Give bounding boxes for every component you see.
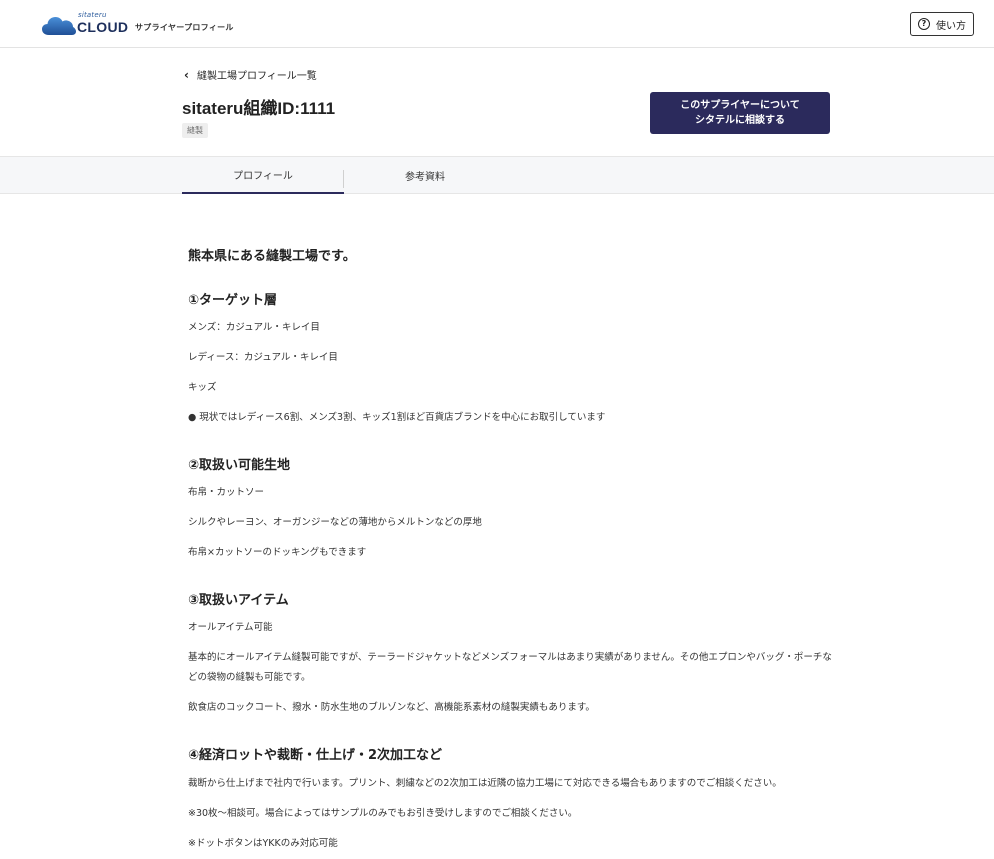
section-paragraph: ● 現状ではレディース6割、メンズ3割、キッズ1割ほど百貨店ブランドを中心にお取… bbox=[188, 412, 606, 423]
section-paragraph: シルクやレーヨン、オーガンジーなどの薄地からメルトンなどの厚地 bbox=[188, 517, 482, 528]
section-paragraph: メンズ：カジュアル・キレイ目 bbox=[188, 322, 320, 333]
page-title: sitateru組織ID:1111 bbox=[182, 99, 336, 118]
question-circle-icon: ? bbox=[918, 18, 930, 30]
help-button-label: 使い方 bbox=[936, 20, 966, 32]
cloud-logo-icon bbox=[42, 17, 76, 35]
chevron-left-icon: ‹ bbox=[184, 67, 189, 82]
section-heading: ④経済ロットや裁断・仕上げ・2次加工など bbox=[188, 748, 443, 763]
back-link-label: 縫製工場プロフィール一覧 bbox=[196, 71, 317, 82]
section-paragraph: オールアイテム可能 bbox=[188, 622, 273, 633]
top-header: sitateru CLOUD サプライヤープロフィール ? 使い方 bbox=[0, 0, 994, 48]
consult-sitateru-button[interactable]: このサプライヤーについて シタテルに相談する bbox=[650, 92, 830, 134]
logo-big-text: CLOUD bbox=[77, 19, 129, 35]
tab-bar: プロフィール 参考資料 bbox=[0, 156, 994, 194]
tab-reference-materials[interactable]: 参考資料 bbox=[344, 157, 506, 194]
section-paragraph: 裁断から仕上げまで社内で行います。プリント、刺繍などの2次加工は近隣の協力工場に… bbox=[188, 778, 782, 789]
section-paragraph: キッズ bbox=[188, 382, 217, 393]
consult-button-line1: このサプライヤーについて bbox=[680, 100, 800, 111]
app-name: サプライヤープロフィール bbox=[135, 23, 234, 32]
section-paragraph: 基本的にオールアイテム縫製可能ですが、テーラードジャケットなどメンズフォーマルは… bbox=[188, 652, 832, 683]
section-paragraph: ※30枚～相談可。場合によってはサンプルのみでもお引き受けしますのでご相談くださ… bbox=[188, 808, 578, 819]
sitateru-cloud-logo[interactable]: sitateru CLOUD bbox=[42, 11, 128, 36]
section-paragraph: 飲食店のコックコート、撥水・防水生地のブルゾンなど、高機能系素材の縫製実績もあり… bbox=[188, 702, 595, 713]
section-heading: ③取扱いアイテム bbox=[188, 593, 289, 608]
section-paragraph: 布帛×カットソーのドッキングもできます bbox=[188, 547, 367, 558]
section-heading: ①ターゲット層 bbox=[188, 293, 278, 308]
tab-profile[interactable]: プロフィール bbox=[182, 157, 344, 194]
section-paragraph: 布帛・カットソー bbox=[188, 487, 265, 498]
section-heading: ②取扱い可能生地 bbox=[188, 458, 291, 473]
logo-small-text: sitateru bbox=[78, 11, 107, 19]
section-paragraph: ※ドットボタンはYKKのみ対応可能 bbox=[188, 838, 338, 849]
consult-button-line2: シタテルに相談する bbox=[695, 115, 785, 126]
back-to-list-link[interactable]: ‹ 縫製工場プロフィール一覧 bbox=[184, 67, 317, 83]
section-paragraph: レディース：カジュアル・キレイ目 bbox=[188, 352, 338, 363]
help-button[interactable]: ? 使い方 bbox=[910, 12, 974, 36]
category-tag: 縫製 bbox=[182, 123, 208, 138]
profile-lead: 熊本県にある縫製工場です。 bbox=[188, 249, 356, 264]
